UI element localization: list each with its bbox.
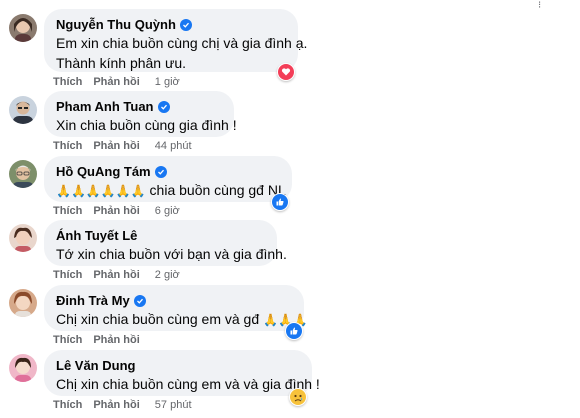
timestamp[interactable]: 44 phút <box>155 140 192 152</box>
timestamp[interactable]: 1 giờ <box>155 76 180 88</box>
avatar[interactable] <box>9 96 37 124</box>
comment-text: Thành kính phân ưu. <box>56 55 187 71</box>
reaction-badge[interactable] <box>289 388 307 406</box>
more-icon[interactable]: ⁝ <box>538 0 544 11</box>
love-icon <box>278 64 294 80</box>
reply-link[interactable]: Phản hồi <box>93 76 139 88</box>
comment-actions: Thích Phản hồi 44 phút <box>53 140 192 152</box>
avatar[interactable] <box>9 354 37 382</box>
timestamp[interactable]: 2 giờ <box>155 269 180 281</box>
commenter-name[interactable]: Ánh Tuyết Lê <box>56 227 265 244</box>
praying-hands-emoji: 🙏🙏🙏🙏🙏🙏 <box>56 184 146 198</box>
comment-text: Chị xin chia buồn cùng em và gđ 🙏🙏🙏 <box>56 311 308 327</box>
verified-icon <box>157 100 170 113</box>
verified-icon <box>133 294 146 307</box>
comment-text: 🙏🙏🙏🙏🙏🙏 chia buồn cùng gđ NL <box>56 182 286 198</box>
like-link[interactable]: Thích <box>53 76 82 88</box>
timestamp[interactable]: 6 giờ <box>155 205 180 217</box>
avatar[interactable] <box>9 224 37 252</box>
verified-icon <box>179 18 192 31</box>
comment-text: Tớ xin chia buồn với bạn và gia đình. <box>56 246 287 262</box>
commenter-name[interactable]: Hồ QuAng Tám <box>56 163 280 180</box>
like-link[interactable]: Thích <box>53 269 82 281</box>
like-icon <box>286 323 302 339</box>
like-link[interactable]: Thích <box>53 399 82 411</box>
comment-actions: Thích Phản hồi 2 giờ <box>53 269 180 281</box>
timestamp[interactable]: 57 phút <box>155 399 192 411</box>
comment-actions: Thích Phản hồi 1 giờ <box>53 76 180 88</box>
like-icon <box>272 194 288 210</box>
comment-actions: Thích Phản hồi <box>53 334 151 346</box>
avatar[interactable] <box>9 289 37 317</box>
comment-text: Chị xin chia buồn cùng em và và gia đình… <box>56 376 320 392</box>
verified-icon <box>154 165 167 178</box>
sad-icon <box>290 389 306 405</box>
comment-bubble: Lê Văn Dung Chị xin chia buồn cùng em và… <box>44 350 320 396</box>
comment-actions: Thích Phản hồi 6 giờ <box>53 205 180 217</box>
comment-bubble: Pham Anh Tuan Xin chia buồn cùng gia đìn… <box>44 91 237 137</box>
comment-bubble: Đinh Trà My Chị xin chia buồn cùng em và… <box>44 285 308 331</box>
avatar[interactable] <box>9 14 37 42</box>
comment-bubble: Nguyễn Thu Quỳnh Em xin chia buồn cùng c… <box>44 9 308 72</box>
commenter-name[interactable]: Lê Văn Dung <box>56 357 300 374</box>
comment-text: Em xin chia buồn cùng chị và gia đình ạ. <box>56 35 308 51</box>
reply-link[interactable]: Phản hồi <box>93 269 139 281</box>
reaction-badge[interactable] <box>271 193 289 211</box>
comment-bubble: Ánh Tuyết Lê Tớ xin chia buồn với bạn và… <box>44 220 287 266</box>
commenter-name[interactable]: Đinh Trà My <box>56 292 292 309</box>
commenter-name[interactable]: Nguyễn Thu Quỳnh <box>56 16 286 33</box>
reply-link[interactable]: Phản hồi <box>93 205 139 217</box>
reaction-badge[interactable] <box>285 322 303 340</box>
reply-link[interactable]: Phản hồi <box>93 334 139 346</box>
comment-bubble: Hồ QuAng Tám 🙏🙏🙏🙏🙏🙏 chia buồn cùng gđ NL <box>44 156 292 202</box>
reply-link[interactable]: Phản hồi <box>93 399 139 411</box>
reaction-badge[interactable] <box>277 63 295 81</box>
avatar[interactable] <box>9 160 37 188</box>
comment-actions: Thích Phản hồi 57 phút <box>53 399 192 411</box>
comment-text: Xin chia buồn cùng gia đình ! <box>56 117 237 133</box>
like-link[interactable]: Thích <box>53 140 82 152</box>
commenter-name[interactable]: Pham Anh Tuan <box>56 98 222 115</box>
like-link[interactable]: Thích <box>53 205 82 217</box>
like-link[interactable]: Thích <box>53 334 82 346</box>
reply-link[interactable]: Phản hồi <box>93 140 139 152</box>
